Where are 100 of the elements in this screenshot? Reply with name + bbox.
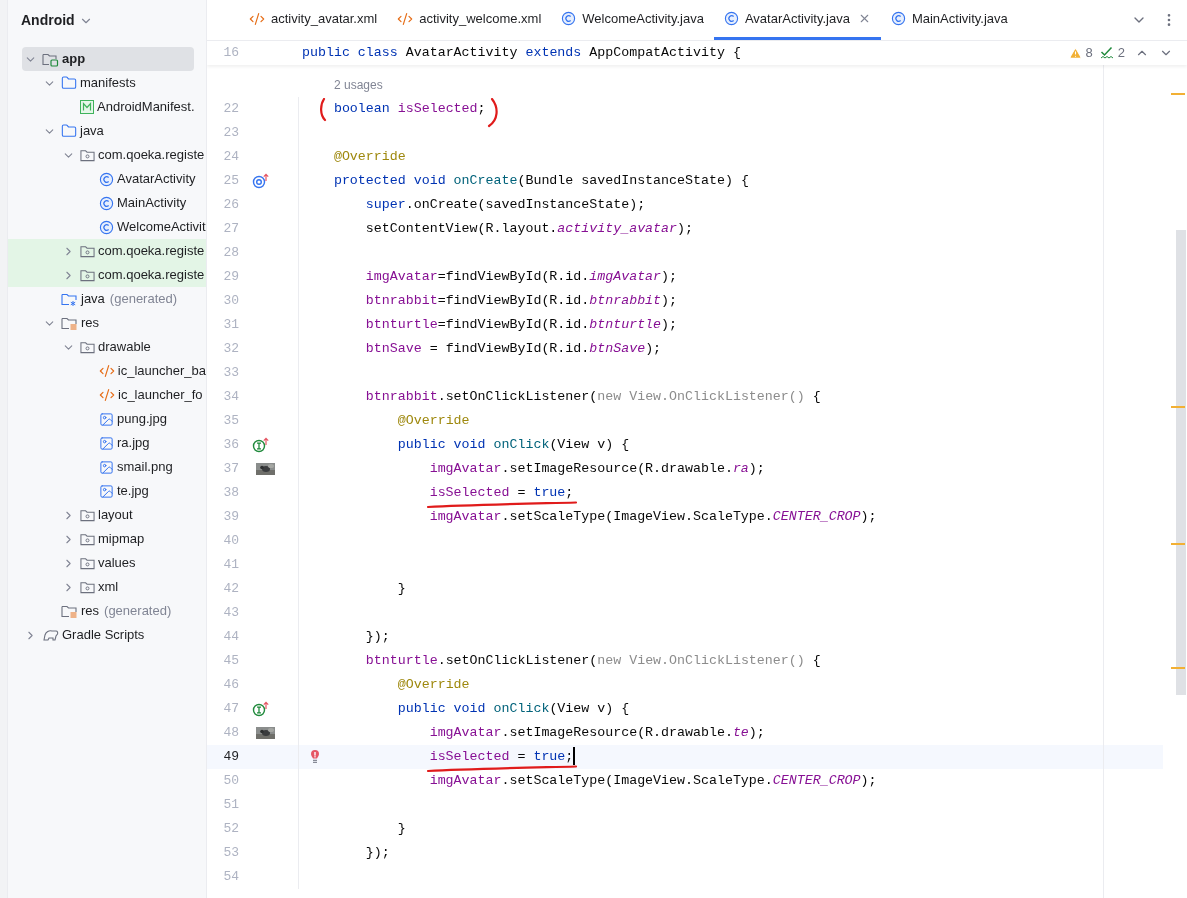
check-icon[interactable] bbox=[1099, 46, 1114, 60]
image-file-icon bbox=[99, 483, 114, 499]
code-line: btnturtle.setOnClickListener(new View.OnClickListener() { bbox=[365, 652, 821, 670]
line-number: 45 bbox=[223, 652, 239, 671]
tree-item[interactable]: Gradle Scripts bbox=[8, 623, 206, 647]
folder-icon bbox=[61, 123, 77, 139]
tree-item[interactable]: AvatarActivity bbox=[8, 167, 206, 191]
tree-item[interactable]: com.qoeka.registe bbox=[8, 143, 206, 167]
tree-item[interactable]: AndroidManifest. bbox=[8, 95, 206, 119]
code-line: boolean isSelected; bbox=[333, 97, 486, 121]
class-icon bbox=[561, 11, 577, 26]
editor-tab[interactable]: WelcomeActivity.java bbox=[551, 0, 714, 40]
code-line: public void onClick(View v) { bbox=[397, 436, 630, 454]
editor-tab[interactable]: activity_welcome.xml bbox=[387, 0, 552, 40]
code-line: btnrabbit.setOnClickListener(new View.OnClickListener() { bbox=[365, 388, 821, 406]
package-folder-icon bbox=[80, 556, 95, 570]
usages-hint[interactable]: 2 usages bbox=[334, 76, 383, 94]
tree-item[interactable]: ra.jpg bbox=[8, 431, 206, 455]
resource-folder-icon bbox=[61, 315, 78, 331]
bracket-mark bbox=[486, 98, 501, 128]
line-number: 43 bbox=[223, 604, 239, 623]
code-line: imgAvatar.setScaleType(ImageView.ScaleType.CENTER_CROP); bbox=[429, 772, 877, 790]
code-line: } bbox=[397, 820, 406, 838]
elephant-icon bbox=[42, 628, 59, 642]
tree-item[interactable]: smail.png bbox=[8, 455, 206, 479]
tree-item[interactable]: te.jpg bbox=[8, 479, 206, 503]
tree-item[interactable]: ic_launcher_ba bbox=[8, 359, 206, 383]
line-number: 37 bbox=[223, 460, 239, 479]
line-number: 50 bbox=[223, 772, 239, 791]
line-number: 35 bbox=[223, 412, 239, 431]
package-folder-icon bbox=[80, 268, 95, 282]
generated-folder-icon bbox=[61, 291, 78, 307]
code-line: protected void onCreate(Bundle savedInstanceState) { bbox=[333, 172, 749, 190]
code-line: isSelected = true; bbox=[429, 481, 574, 505]
line-number: 47 bbox=[223, 700, 239, 719]
tree-item[interactable]: res (generated) bbox=[8, 599, 206, 623]
tree-item[interactable]: res bbox=[8, 311, 206, 335]
package-folder-icon bbox=[80, 580, 95, 594]
xml-file-icon bbox=[98, 363, 115, 379]
tree-item[interactable]: values bbox=[8, 551, 206, 575]
tree-item[interactable]: WelcomeActivit bbox=[8, 215, 206, 239]
warning-count[interactable]: 8 bbox=[1085, 43, 1093, 63]
implements-marker-icon[interactable] bbox=[252, 701, 270, 717]
line-number: 52 bbox=[223, 820, 239, 839]
tree-item[interactable]: ic_launcher_fo bbox=[8, 383, 206, 407]
tree-item[interactable]: mipmap bbox=[8, 527, 206, 551]
line-number: 22 bbox=[223, 100, 239, 119]
resource-folder-icon bbox=[61, 603, 78, 619]
editor-tab[interactable]: activity_avatar.xml bbox=[239, 0, 388, 40]
code-line: public void onClick(View v) { bbox=[397, 700, 630, 718]
line-number: 28 bbox=[223, 244, 239, 263]
line-number: 23 bbox=[223, 124, 239, 143]
tree-item[interactable]: layout bbox=[8, 503, 206, 527]
line-number: 29 bbox=[223, 268, 239, 287]
editor-tab[interactable]: MainActivity.java bbox=[880, 0, 1018, 40]
line-number: 42 bbox=[223, 580, 239, 599]
line-number: 44 bbox=[223, 628, 239, 647]
code-line: imgAvatar=findViewById(R.id.imgAvatar); bbox=[365, 268, 678, 286]
class-icon bbox=[99, 195, 114, 211]
image-file-icon bbox=[99, 435, 114, 451]
implements-marker-icon[interactable] bbox=[252, 437, 270, 453]
tree-item[interactable]: MainActivity bbox=[8, 191, 206, 215]
code-line: }); bbox=[365, 628, 390, 646]
line-number: 49 bbox=[223, 748, 239, 767]
sticky-code-line[interactable]: public class AvatarActivity extends AppCompatActivity { bbox=[302, 41, 741, 65]
package-folder-icon bbox=[80, 340, 95, 354]
package-folder-icon bbox=[80, 532, 95, 546]
tree-item[interactable]: com.qoeka.registe bbox=[8, 263, 206, 287]
warning-icon[interactable] bbox=[1068, 46, 1082, 60]
code-line: @Override bbox=[397, 412, 470, 430]
scrollbar-thumb[interactable] bbox=[1176, 230, 1186, 695]
manifest-icon bbox=[80, 100, 94, 114]
text-caret bbox=[573, 747, 576, 766]
line-number: 48 bbox=[223, 724, 239, 743]
class-icon bbox=[99, 171, 114, 187]
tree-item[interactable]: pung.jpg bbox=[8, 407, 206, 431]
tree-item[interactable]: com.qoeka.registe bbox=[8, 239, 206, 263]
tree-item[interactable]: app bbox=[22, 47, 194, 71]
line-number: 51 bbox=[223, 796, 239, 815]
weak-warning-count[interactable]: 2 bbox=[1117, 43, 1125, 63]
line-number: 53 bbox=[223, 844, 239, 863]
tree-item[interactable]: manifests bbox=[8, 71, 206, 95]
tree-item[interactable]: java bbox=[8, 119, 206, 143]
line-number: 34 bbox=[223, 388, 239, 407]
code-line: imgAvatar.setScaleType(ImageView.ScaleType.CENTER_CROP); bbox=[429, 508, 877, 526]
error-bulb-icon[interactable] bbox=[310, 749, 320, 765]
module-folder-icon bbox=[42, 51, 59, 67]
code-line: btnturtle=findViewById(R.id.btnturtle); bbox=[365, 316, 678, 334]
tree-item[interactable]: xml bbox=[8, 575, 206, 599]
tree-item[interactable]: java (generated) bbox=[8, 287, 206, 311]
project-view-title[interactable]: Android bbox=[21, 10, 75, 31]
code-line: isSelected = true; bbox=[429, 745, 576, 769]
line-number: 46 bbox=[223, 676, 239, 695]
xml-file-icon bbox=[397, 10, 414, 27]
code-line: setContentView(R.layout.activity_avatar); bbox=[365, 220, 693, 238]
tree-item[interactable]: drawable bbox=[8, 335, 206, 359]
override-marker-icon[interactable] bbox=[252, 173, 270, 189]
line-number: 36 bbox=[223, 436, 239, 455]
line-number: 39 bbox=[223, 508, 239, 527]
line-number: 24 bbox=[223, 148, 239, 167]
